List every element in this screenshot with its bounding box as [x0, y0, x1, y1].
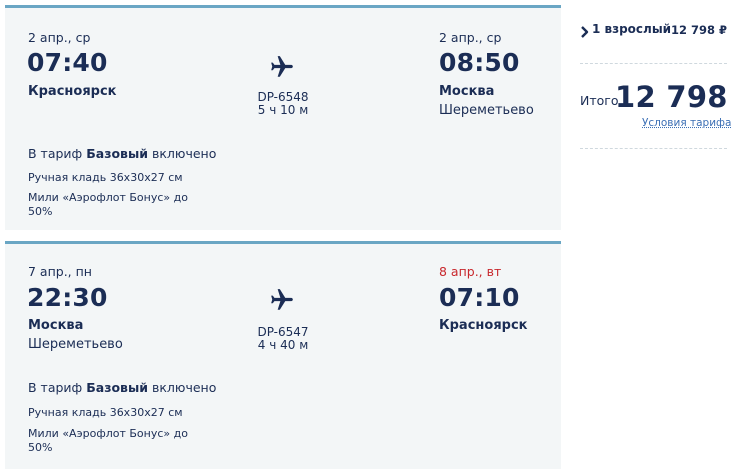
flight-number: DP-6548: [257, 90, 309, 104]
airplane-icon: [267, 54, 297, 80]
arrival-date: 2 апр., ср: [439, 30, 502, 45]
chevron-right-icon: [580, 23, 590, 42]
arrival-date: 8 апр., вт: [439, 264, 502, 279]
tariff-prefix: В тариф: [28, 146, 83, 161]
total-label: Итого: [580, 93, 619, 108]
miles-info-line2: 50%: [28, 441, 53, 454]
arrival-city: Москва: [439, 84, 495, 99]
fare-terms-link[interactable]: Условия тарифа: [642, 117, 731, 129]
departure-airport: Шереметьево: [28, 337, 123, 352]
passengers-price: 12 798 ₽: [670, 23, 727, 37]
arrival-time: 08:50: [439, 48, 520, 77]
departure-date: 2 апр., ср: [28, 30, 91, 45]
tariff-name: Базовый: [86, 146, 149, 161]
departure-city: Красноярск: [28, 84, 117, 99]
airplane-icon: [267, 287, 297, 313]
tariff-info: В тариф Базовый включено: [28, 146, 216, 161]
tariff-suffix: включено: [152, 380, 217, 395]
baggage-info: Ручная кладь 36х30х27 см: [28, 171, 183, 184]
arrival-airport: Шереметьево: [439, 103, 534, 118]
divider: [580, 148, 727, 149]
baggage-info: Ручная кладь 36х30х27 см: [28, 406, 183, 419]
outbound-flight-card: 2 апр., ср 07:40 Красноярск DP-6548 5 ч …: [5, 5, 561, 230]
arrival-time: 07:10: [439, 283, 520, 312]
tariff-prefix: В тариф: [28, 380, 83, 395]
departure-time: 22:30: [27, 283, 108, 312]
miles-info-line2: 50%: [28, 205, 53, 218]
flight-number: DP-6547: [257, 325, 309, 339]
departure-date: 7 апр., пн: [28, 264, 92, 279]
return-flight-card: 7 апр., пн 22:30 Москва Шереметьево DP-6…: [5, 241, 561, 469]
departure-time: 07:40: [27, 48, 108, 77]
arrival-city: Красноярск: [439, 318, 528, 333]
divider: [580, 63, 727, 64]
total-price: 12 798 ₽: [615, 80, 735, 114]
tariff-suffix: включено: [152, 146, 217, 161]
flight-duration: 5 ч 10 м: [257, 103, 309, 117]
passengers-count: 1 взрослый: [592, 22, 672, 36]
tariff-info: В тариф Базовый включено: [28, 380, 216, 395]
flight-duration: 4 ч 40 м: [257, 338, 309, 352]
departure-city: Москва: [28, 318, 84, 333]
tariff-name: Базовый: [86, 380, 149, 395]
passengers-toggle[interactable]: 1 взрослый 12 798 ₽: [580, 22, 727, 40]
